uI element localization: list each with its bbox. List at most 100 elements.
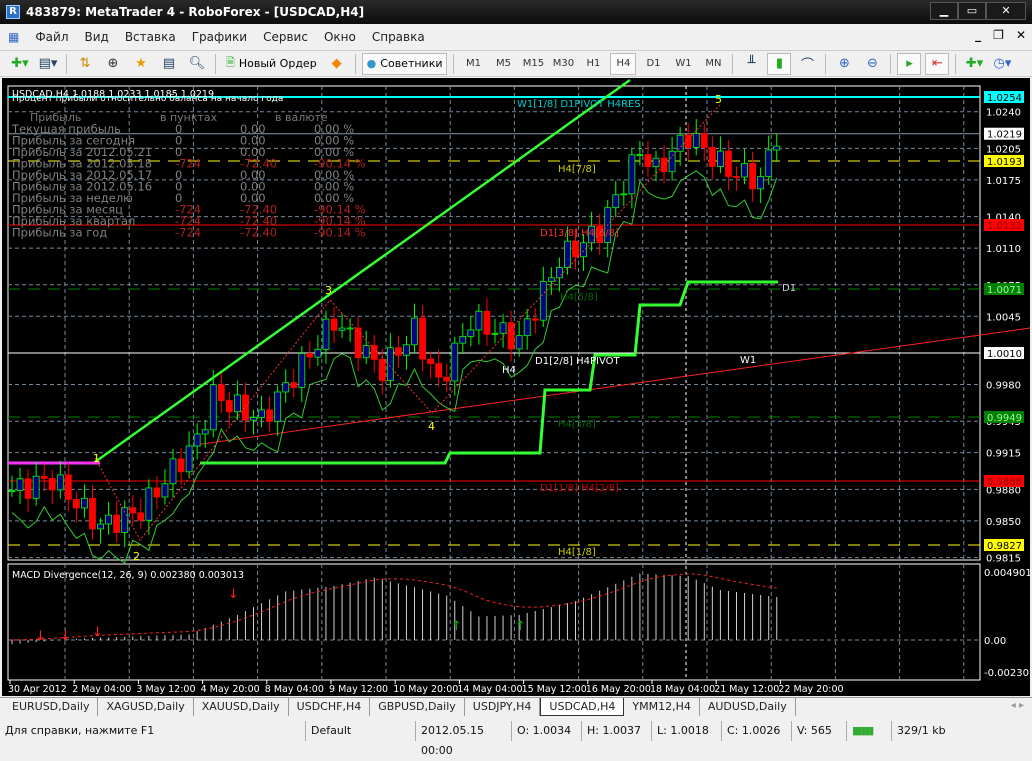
candle-bull (459, 336, 467, 344)
zoom-out-icon[interactable]: ⊖ (860, 53, 884, 75)
status-low: L: 1.0018 (652, 721, 722, 741)
market-watch-icon[interactable]: ⇅ (73, 53, 97, 75)
alert-icon[interactable]: ◆ (325, 53, 349, 75)
price-tag-label: 0.9949 (987, 413, 1022, 424)
tf-m1[interactable]: M1 (460, 53, 486, 75)
tab-usdcad-h4[interactable]: USDCAD,H4 (540, 698, 625, 716)
candle-bull (193, 433, 201, 447)
tf-d1[interactable]: D1 (640, 53, 666, 75)
crosshair-icon[interactable]: ⊕ (101, 53, 125, 75)
tab-gbpusd-daily[interactable]: GBPUSD,Daily (370, 698, 465, 716)
connection-bars-icon: ▮▮▮▮▮ (847, 721, 892, 741)
candle-bull (411, 317, 418, 346)
candle-bull (105, 514, 112, 525)
level-label-d138: D1[3/8] H4[6/8] (540, 228, 619, 239)
terminal-icon[interactable]: ▤ (157, 53, 181, 75)
tab-usdjpy-h4[interactable]: USDJPY,H4 (465, 698, 541, 716)
candle-bull (636, 154, 644, 156)
title-bar: R 483879: MetaTrader 4 - RoboForex - [US… (0, 0, 1032, 24)
candle-bear (507, 322, 515, 350)
time-tick-label: 3 May 12:00 (136, 684, 195, 695)
minimize-button[interactable]: ▁ (930, 2, 958, 20)
candle-bear (419, 317, 426, 360)
child-close-button[interactable]: ✕ (1016, 28, 1026, 42)
maximize-button[interactable]: ▭ (958, 2, 986, 20)
menu-file[interactable]: Файл (27, 30, 76, 44)
child-restore-button[interactable]: ❐ (993, 28, 1004, 42)
indicators-icon[interactable]: ✚▾ (962, 53, 986, 75)
candle-bull (362, 345, 370, 359)
candle-bull (676, 134, 684, 152)
zoom-in-icon[interactable]: ⊕ (832, 53, 856, 75)
candle-bull (451, 342, 459, 382)
price-tick-label: 1.0175 (986, 176, 1021, 187)
tab-audusd-daily[interactable]: AUDUSD,Daily (700, 698, 796, 716)
chart-window[interactable]: 1.02401.02051.01751.01401.01101.00751.00… (2, 78, 1032, 696)
tf-h1[interactable]: H1 (580, 53, 606, 75)
candle-bull (539, 280, 547, 321)
price-tag-label: 1.0219 (987, 130, 1022, 141)
status-traffic: 329/1 kb (897, 724, 946, 737)
chart-shift-icon[interactable]: ⇤ (925, 52, 950, 75)
candle-bear (483, 310, 491, 335)
candle-bear (266, 409, 274, 422)
candle-bear (242, 394, 249, 421)
profiles-icon[interactable]: ▤▾ (36, 53, 60, 75)
candle-bull (322, 318, 330, 350)
level-label-d118: D1[1/8] H4[2/8] (540, 483, 619, 494)
candle-bear (572, 240, 579, 258)
candle-chart-icon[interactable]: ▮ (767, 52, 792, 75)
level-label-d1: D1 (782, 283, 796, 294)
candle-bear (427, 358, 435, 364)
profit-row-pct: -90.14 % (314, 226, 366, 240)
bar-chart-icon[interactable]: ╨ (739, 53, 763, 75)
menu-insert[interactable]: Вставка (117, 30, 184, 44)
line-chart-icon[interactable]: ⌒ (795, 53, 819, 75)
child-minimize-button[interactable]: _ (975, 28, 981, 42)
menu-charts[interactable]: Графики (184, 30, 255, 44)
time-tick-label: 22 May 20:00 (778, 684, 843, 695)
tab-xauusd-daily[interactable]: XAUUSD,Daily (194, 698, 289, 716)
tf-m5[interactable]: M5 (490, 53, 516, 75)
window-title: 483879: MetaTrader 4 - RoboForex - [USDC… (26, 5, 365, 19)
tab-scroll-arrows[interactable]: ◂ ▸ (1011, 700, 1024, 711)
candle-bull (81, 497, 88, 509)
tf-m15[interactable]: M15 (520, 53, 546, 75)
tab-eurusd-daily[interactable]: EURUSD,Daily (4, 698, 99, 716)
close-button[interactable]: ✕ (986, 2, 1026, 20)
tf-w1[interactable]: W1 (670, 53, 696, 75)
tf-h4[interactable]: H4 (610, 52, 637, 75)
navigator-icon[interactable]: ★ (129, 53, 153, 75)
tf-m30[interactable]: M30 (550, 53, 576, 75)
status-high: H: 1.0037 (582, 721, 652, 741)
menu-tools[interactable]: Сервис (255, 30, 316, 44)
candle-bull (612, 194, 620, 209)
time-tick-label: 8 May 04:00 (265, 684, 324, 695)
menu-view[interactable]: Вид (77, 30, 117, 44)
menu-window[interactable]: Окно (316, 30, 364, 44)
tab-ymm12-h4[interactable]: YMM12,H4 (624, 698, 700, 716)
new-chart-icon[interactable]: ✚▾ (8, 53, 32, 75)
periods-clock-icon[interactable]: ◷▾ (990, 53, 1014, 75)
profit-subtitle: Процент прибыли относительно баланса на … (12, 94, 283, 104)
menu-help[interactable]: Справка (364, 30, 433, 44)
candle-bear (129, 507, 137, 514)
tester-icon[interactable]: 🔍︎ (185, 53, 209, 75)
macd-histogram (11, 573, 778, 645)
time-tick-label: 2 May 04:00 (72, 684, 131, 695)
tab-xagusd-daily[interactable]: XAGUSD,Daily (98, 698, 194, 716)
experts-button[interactable]: ● Советники (361, 52, 448, 75)
price-chart[interactable]: 1.02401.02051.01751.01401.01101.00751.00… (2, 78, 1032, 696)
autoscroll-icon[interactable]: ▸ (897, 52, 922, 75)
chart-menu-icon[interactable]: ▦ (0, 30, 27, 44)
candle-bear (89, 497, 96, 530)
tf-mn[interactable]: MN (700, 53, 726, 75)
candle-bull (16, 478, 24, 491)
candle-bull (282, 382, 290, 393)
tab-usdchf-h4[interactable]: USDCHF,H4 (289, 698, 371, 716)
candle-bear (725, 150, 732, 177)
new-order-button[interactable]: 🗎 Новый Ордер (222, 53, 321, 75)
price-tag-label: 1.0132 (987, 221, 1022, 232)
experts-icon: ● (366, 57, 377, 70)
candle-bear (48, 478, 56, 491)
